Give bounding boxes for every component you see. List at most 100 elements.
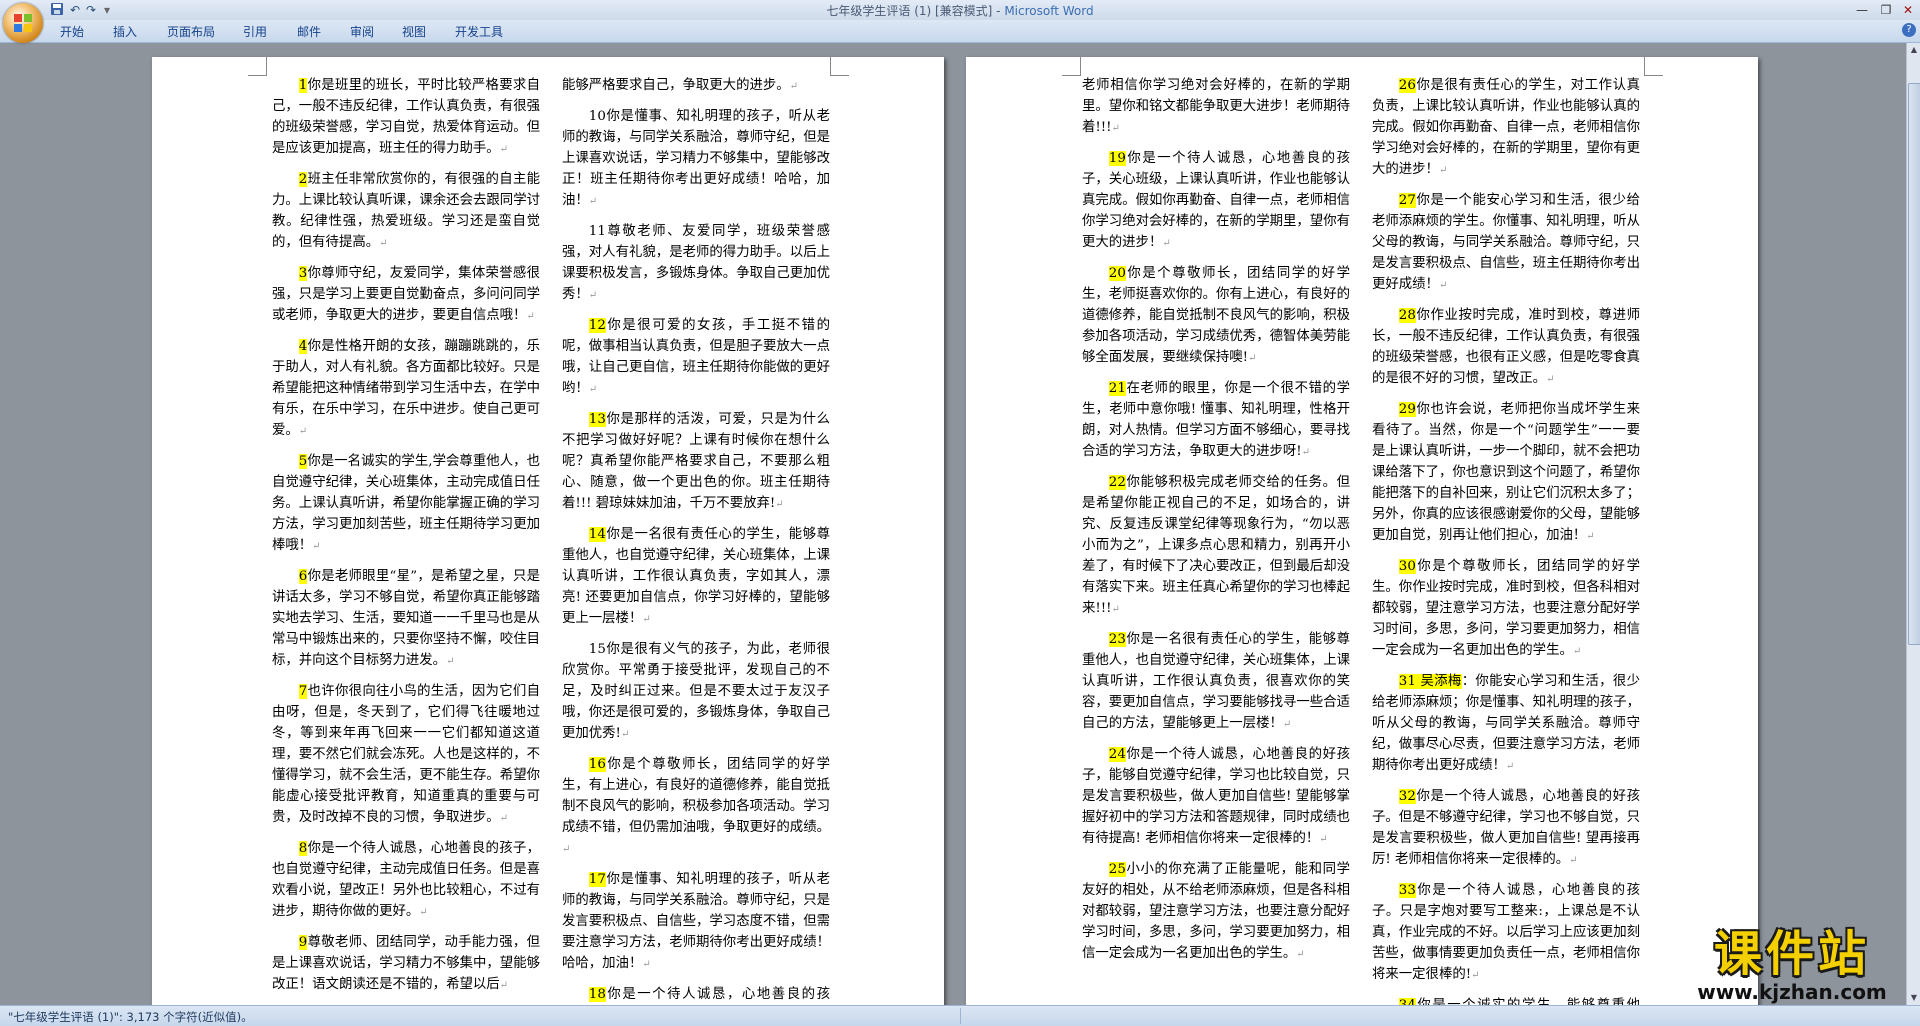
watermark-url: www.kjzhan.com: [1697, 980, 1887, 1004]
close-button[interactable]: ✕: [1896, 0, 1920, 20]
paragraph-mark-icon: ↵: [1301, 447, 1311, 458]
scroll-up-icon[interactable]: ▲: [1907, 43, 1920, 57]
page1-left-column[interactable]: 1你是班里的班长，平时比较严格要求自己，一般不违反纪律，工作认真负责，有很强的班…: [272, 75, 540, 996]
ribbon-tabs: 开始 插入 页面布局 引用 邮件 审阅 视图 开发工具 ?: [0, 20, 1920, 43]
document-page-2[interactable]: 老师相信你学习绝对会好棒的，在新的学期里。望你和铭文都能争取更大进步！老师期待着…: [966, 57, 1758, 1005]
paragraph-mark-icon: ↵: [562, 844, 571, 855]
comment-paragraph[interactable]: 17你是懂事、知礼明理的孩子，听从老师的教诲，与同学关系融洽。尊师守纪，只是发言…: [562, 869, 830, 975]
comment-paragraph[interactable]: 18你是一个待人诚恳，心地善良的孩子，关心班级，上课比较认真听讲，作业也能够认真…: [562, 984, 830, 1005]
comment-paragraph[interactable]: 2班主任非常欣赏你的，有很强的自主能力。上课比较认真听课，课余还会去跟同学讨教。…: [272, 169, 540, 254]
comment-text: 能够严格要求自己，争取更大的进步。: [562, 78, 790, 93]
tab-mailings[interactable]: 邮件: [297, 23, 321, 40]
comment-paragraph[interactable]: 5你是一名诚实的学生,学会尊重他人，也自觉遵守纪律，关心班集体，主动完成值日任务…: [272, 451, 540, 557]
comment-paragraph[interactable]: 13你是那样的活泼，可爱，只是为什么不把学习做好好呢？上课有时候你在想什么呢？真…: [562, 409, 830, 515]
comment-paragraph[interactable]: 31 吴添梅：你能安心学习和生活，很少给老师添麻烦；你是懂事、知礼明理的孩子，听…: [1372, 671, 1640, 777]
crop-mark: [830, 57, 849, 76]
comment-paragraph[interactable]: 4你是性格开朗的女孩，蹦蹦跳跳的，乐于助人，对人有礼貌。各方面都比较好。只是希望…: [272, 336, 540, 442]
paragraph-mark-icon: ↵: [588, 196, 598, 207]
page2-left-column[interactable]: 老师相信你学习绝对会好棒的，在新的学期里。望你和铭文都能争取更大进步！老师期待着…: [1082, 75, 1350, 965]
comment-paragraph[interactable]: 29你也许会说，老师把你当成坏学生来看待了。当然，你是一个“问题学生”一一要是上…: [1372, 399, 1640, 547]
minimize-button[interactable]: —: [1850, 0, 1874, 20]
comment-paragraph[interactable]: 14你是一名很有责任心的学生，能够尊重他人，也自觉遵守纪律，关心班集体，上课认真…: [562, 524, 830, 630]
tab-insert[interactable]: 插入: [113, 23, 137, 40]
comment-paragraph[interactable]: 19你是一个待人诚恳，心地善良的孩子，关心班级，上课认真听讲，作业也能够认真完成…: [1082, 148, 1350, 254]
comment-paragraph[interactable]: 能够严格要求自己，争取更大的进步。↵: [562, 75, 830, 97]
word-count-status[interactable]: "七年级学生评语 (1)": 3,173 个字符(近似值)。: [8, 1009, 253, 1025]
comment-paragraph[interactable]: 25小小的你充满了正能量呢，能和同学友好的相处，从不给老师添麻烦，但是各科相对都…: [1082, 859, 1350, 965]
comment-paragraph[interactable]: 21在老师的眼里，你是一个很不错的学生，老师中意你哦! 懂事、知礼明理，性格开朗…: [1082, 378, 1350, 463]
kjzhan-watermark-logo: 课件站 www.kjzhan.com: [1668, 927, 1916, 1005]
comment-number: 14: [588, 527, 606, 542]
comment-paragraph[interactable]: 16你是个尊敬师长，团结同学的好学生，有上进心，有良好的道德修养，能自觉抵制不良…: [562, 754, 830, 860]
comment-paragraph[interactable]: 12你是很可爱的女孩，手工挺不错的呢，做事相当认真负责，但是胆子要放大一点哦，让…: [562, 315, 830, 400]
paragraph-mark-icon: ↵: [379, 238, 388, 249]
comment-paragraph[interactable]: 1你是班里的班长，平时比较严格要求自己，一般不违反纪律，工作认真负责，有很强的班…: [272, 75, 540, 160]
comment-paragraph[interactable]: 6你是老师眼里“星”，是希望之星，只是讲话太多，学习不够自觉，希望你真正能够踏实…: [272, 566, 540, 672]
comment-paragraph[interactable]: 老师相信你学习绝对会好棒的，在新的学期里。望你和铭文都能争取更大进步！老师期待着…: [1082, 75, 1350, 139]
paragraph-mark-icon: ↵: [789, 81, 799, 92]
comment-number: 23: [1108, 632, 1126, 647]
comment-text: 你是一名诚实的学生,学会尊重他人，也自觉遵守纪律，关心班集体，主动完成值日任务。…: [272, 454, 540, 553]
comment-number: 12: [588, 318, 606, 333]
paragraph-mark-icon: ↵: [588, 290, 598, 301]
tab-references[interactable]: 引用: [243, 23, 267, 40]
tab-home[interactable]: 开始: [60, 23, 84, 40]
comment-paragraph[interactable]: 28你作业按时完成，准时到校，尊进师长，一般不违反纪律，工作认真负责，有很强的班…: [1372, 305, 1640, 390]
comment-paragraph[interactable]: 15你是很有义气的孩子，为此，老师很欣赏你。平常勇于接受批评，发现自己的不足，及…: [562, 639, 830, 745]
paragraph-mark-icon: ↵: [1111, 123, 1120, 134]
document-page-1[interactable]: 1你是班里的班长，平时比较严格要求自己，一般不违反纪律，工作认真负责，有很强的班…: [152, 57, 944, 1005]
comment-paragraph[interactable]: 32你是一个待人诚恳，心地善良的好孩子。但是不够遵守纪律，学习也不够自觉，只是发…: [1372, 786, 1640, 871]
comment-paragraph[interactable]: 3你尊师守纪，友爱同学，集体荣誉感很强，只是学习上要更自觉勤奋点，多问问同学或老…: [272, 263, 540, 327]
comment-paragraph[interactable]: 22你能够积极完成老师交给的任务。但是希望你能正视自己的不足，如场合的，讲究、反…: [1082, 472, 1350, 620]
comment-paragraph[interactable]: 27你是一个能安心学习和生活，很少给老师添麻烦的学生。你懂事、知礼明理，听从父母…: [1372, 190, 1640, 296]
paragraph-mark-icon: ↵: [1248, 353, 1257, 364]
paragraph-mark-icon: ↵: [499, 144, 509, 155]
paragraph-mark-icon: ↵: [642, 959, 651, 970]
office-button[interactable]: [3, 3, 43, 43]
help-icon[interactable]: ?: [1902, 23, 1916, 37]
comment-number: 33: [1398, 883, 1416, 898]
comment-text: 班主任非常欣赏你的，有很强的自主能力。上课比较认真听课，课余还会去跟同学讨教。纪…: [272, 172, 540, 250]
comment-paragraph[interactable]: 11尊敬老师、友爱同学，班级荣誉感强，对人有礼貌，是老师的得力助手。以后上课要积…: [562, 221, 830, 306]
page2-right-column[interactable]: 26你是很有责任心的学生，对工作认真负责，上课比较认真听讲，作业也能够认真的完成…: [1372, 75, 1640, 1005]
tab-review[interactable]: 审阅: [350, 23, 374, 40]
tab-view[interactable]: 视图: [402, 23, 426, 40]
comment-paragraph[interactable]: 30你是个尊敬师长，团结同学的好学生。你作业按时完成，准时到校，但各科相对都较弱…: [1372, 556, 1640, 662]
comment-paragraph[interactable]: 7也许你很向往小鸟的生活，因为它们自由呀，但是，冬天到了，它们得飞往暖地过冬，等…: [272, 681, 540, 829]
paragraph-mark-icon: ↵: [1319, 834, 1328, 845]
paragraph-mark-icon: ↵: [1111, 604, 1120, 615]
comment-paragraph[interactable]: 26你是很有责任心的学生，对工作认真负责，上课比较认真听讲，作业也能够认真的完成…: [1372, 75, 1640, 181]
comment-paragraph[interactable]: 34你是一个诚实的学生，能够尊重他人，也自觉遵守纪律，关心班集体，主动完↵: [1372, 995, 1640, 1005]
paragraph-mark-icon: ↵: [1572, 646, 1582, 657]
comment-paragraph[interactable]: 24你是一个待人诚恳，心地善良的好孩子，能够自觉遵守纪律，学习也比较自觉，只是发…: [1082, 744, 1350, 850]
comment-number: 24: [1108, 747, 1126, 762]
comment-number: 10: [588, 109, 606, 124]
comment-paragraph[interactable]: 33你是一个待人诚恳，心地善良的孩子。只是字炮对要写工整来:，上课总是不认真，作…: [1372, 880, 1640, 986]
scrollbar-thumb[interactable]: [1908, 83, 1920, 645]
paragraph-mark-icon: ↵: [446, 656, 455, 667]
vertical-scrollbar[interactable]: ▲ ▼: [1906, 43, 1920, 1005]
paragraph-mark-icon: ↵: [499, 980, 509, 991]
comment-number: 11: [588, 224, 606, 239]
page1-right-column[interactable]: 能够严格要求自己，争取更大的进步。↵ 10你是懂事、知礼明理的孩子，听从老师的教诲…: [562, 75, 830, 1005]
comment-paragraph[interactable]: 9尊敬老师、团结同学，动手能力强，但是上课喜欢说话，学习精力不够集中，望能够改正…: [272, 932, 540, 996]
paragraph-mark-icon: ↵: [1438, 280, 1448, 291]
watermark-title: 课件站: [1713, 926, 1870, 982]
comment-number: 16: [588, 757, 606, 772]
comment-number: 15: [588, 642, 606, 657]
comment-paragraph[interactable]: 10你是懂事、知礼明理的孩子，听从老师的教诲，与同学关系融洽，尊师守纪，但是上课…: [562, 106, 830, 212]
tab-developer[interactable]: 开发工具: [455, 23, 503, 40]
app-name: Microsoft Word: [1004, 4, 1094, 18]
comment-paragraph[interactable]: 23你是一名很有责任心的学生，能够尊重他人，也自觉遵守纪律，关心班集体，上课认真…: [1082, 629, 1350, 735]
tab-page-layout[interactable]: 页面布局: [167, 23, 215, 40]
document-area[interactable]: 1你是班里的班长，平时比较严格要求自己，一般不违反纪律，工作认真负责，有很强的班…: [0, 43, 1906, 1005]
crop-mark: [248, 57, 267, 76]
paragraph-mark-icon: ↵: [642, 614, 651, 625]
comment-text: 你是老师眼里“星”，是希望之星，只是讲话太多，学习不够自觉，希望你真正能够踏实地…: [272, 569, 540, 668]
restore-button[interactable]: ❐: [1874, 0, 1898, 20]
paragraph-mark-icon: ↵: [499, 813, 509, 824]
paragraph-mark-icon: ↵: [1296, 949, 1305, 960]
crop-mark: [1062, 57, 1081, 76]
comment-paragraph[interactable]: 8你是一个待人诚恳，心地善良的孩子，也自觉遵守纪律，主动完成值日任务。但是喜欢看…: [272, 838, 540, 923]
comment-paragraph[interactable]: 20你是个尊敬师长，团结同学的好学生，老师挺喜欢你的。你有上进心，有良好的道德修…: [1082, 263, 1350, 369]
